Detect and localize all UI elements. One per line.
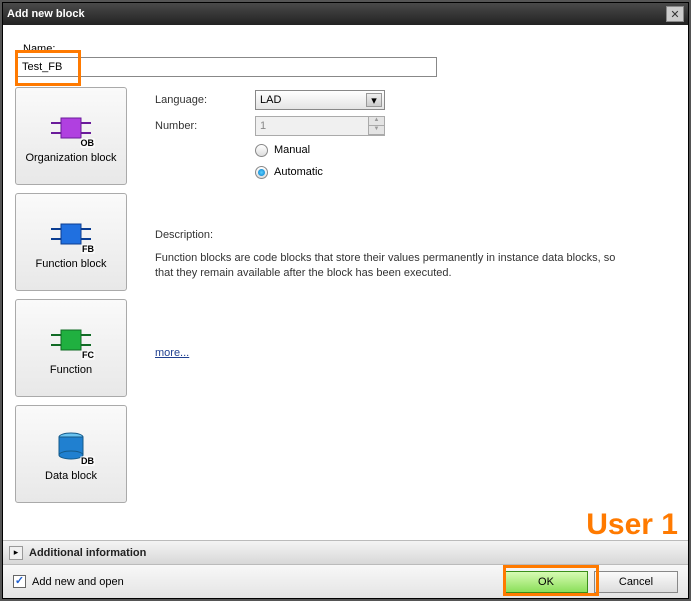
block-type-fc[interactable]: FC Function [15,299,127,397]
block-type-fb[interactable]: FB Function block [15,193,127,291]
manual-radio[interactable]: Manual [255,139,676,161]
radio-icon [255,144,268,157]
fb-tag: FB [81,244,95,254]
number-input: 1 ▲▼ [255,116,385,136]
language-row: Language: LAD ▾ [155,87,676,113]
cancel-label: Cancel [619,576,653,588]
radio-icon [255,166,268,179]
number-value: 1 [260,120,266,132]
number-spinner: ▲▼ [368,117,384,135]
automatic-radio[interactable]: Automatic [255,161,676,183]
block-type-db[interactable]: DB Data block [15,405,127,503]
content-area: OB Organization block FB Function block … [3,87,688,503]
name-input[interactable] [17,57,437,77]
language-value: LAD [260,94,281,106]
block-type-ob[interactable]: OB Organization block [15,87,127,185]
window-title: Add new block [7,8,666,20]
language-select[interactable]: LAD ▾ [255,90,385,110]
dialog-window: Add new block ✕ Name: OB Organization bl… [2,2,689,599]
more-link[interactable]: more... [155,347,189,359]
dialog-body: Name: OB Organization block FB F [3,25,688,564]
name-area: Name: [3,25,688,81]
add-open-label: Add new and open [32,576,124,588]
number-row: Number: 1 ▲▼ [155,113,676,139]
ok-label: OK [538,576,554,588]
annotation-user1: User 1 [586,508,678,542]
description-text: Function blocks are code blocks that sto… [155,251,635,281]
close-icon: ✕ [670,8,679,21]
ok-button[interactable]: OK [504,571,588,593]
db-tag: DB [80,456,95,466]
fb-icon: FB [47,214,95,254]
title-bar: Add new block ✕ [3,3,688,25]
dropdown-arrow-icon: ▾ [366,93,382,107]
automatic-label: Automatic [274,166,323,178]
db-label: Data block [45,470,97,482]
db-icon: DB [47,426,95,466]
language-label: Language: [155,94,255,106]
dialog-footer: Add new and open OK Cancel [3,564,688,598]
ob-icon: OB [47,108,95,148]
cancel-button[interactable]: Cancel [594,571,678,593]
fc-tag: FC [81,350,95,360]
description-title: Description: [155,229,676,241]
name-label: Name: [23,43,674,55]
add-open-checkbox[interactable] [13,575,26,588]
details-panel: Language: LAD ▾ Number: 1 ▲▼ Manual [127,87,680,503]
close-button[interactable]: ✕ [666,6,684,22]
fc-label: Function [50,364,92,376]
ob-tag: OB [80,138,96,148]
fc-icon: FC [47,320,95,360]
additional-info-title: Additional information [29,547,146,559]
block-type-sidebar: OB Organization block FB Function block … [15,87,127,503]
manual-label: Manual [274,144,310,156]
additional-info-bar[interactable]: ▸ Additional information [3,540,688,564]
ob-label: Organization block [25,152,116,164]
number-label: Number: [155,120,255,132]
fb-label: Function block [36,258,107,270]
expand-chevron-icon: ▸ [9,546,23,560]
